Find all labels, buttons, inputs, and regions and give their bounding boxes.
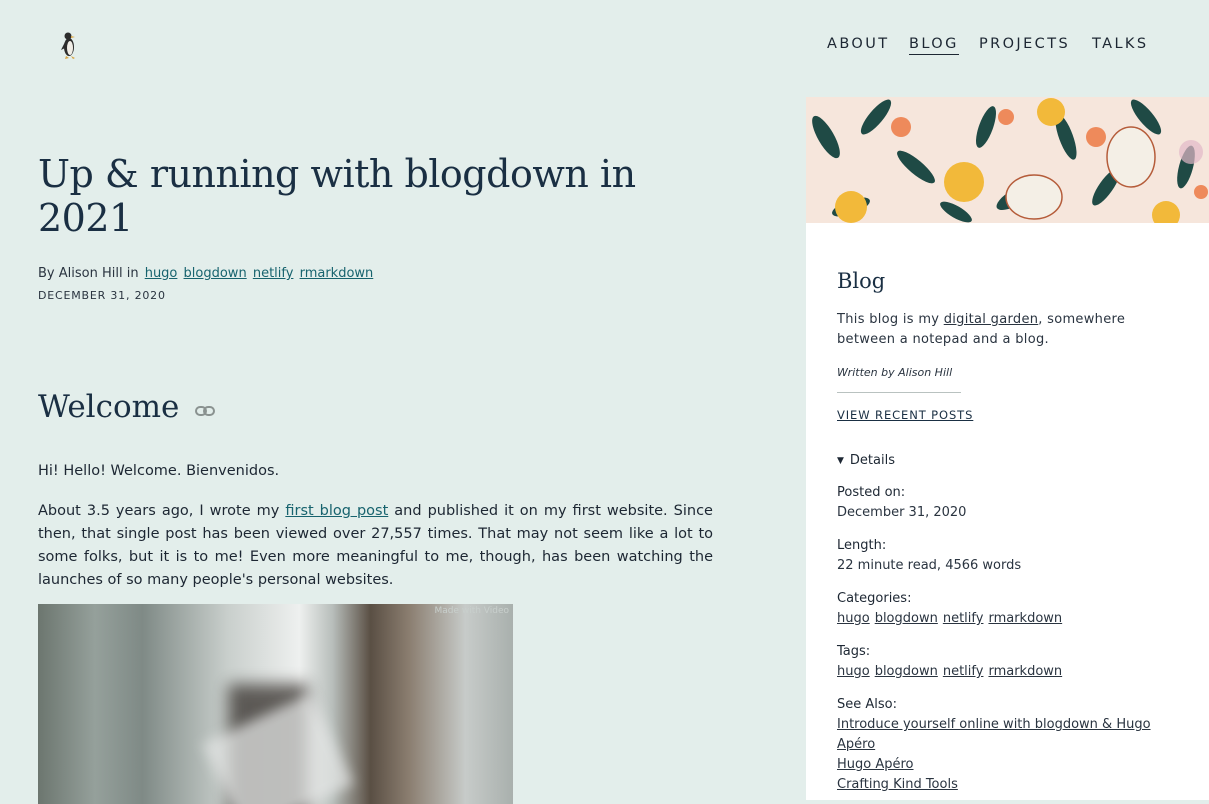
post-tag-link[interactable]: blogdown: [184, 266, 247, 281]
tags-label: Tags:: [837, 644, 871, 659]
category-link[interactable]: blogdown: [875, 611, 938, 626]
origami-crane-gif: Made with Video: [38, 604, 513, 804]
see-also-link[interactable]: Crafting Kind Tools: [837, 777, 958, 792]
triangle-down-icon: ▼: [837, 456, 844, 466]
sidebar-divider: [837, 392, 961, 393]
floral-banner-image: [806, 97, 1209, 223]
length-value: 22 minute read, 4566 words: [837, 558, 1022, 573]
paragraph-text: About 3.5 years ago, I wrote my: [38, 503, 286, 519]
gif-watermark: Made with Video: [434, 606, 509, 616]
byline-text: By Alison Hill in: [38, 266, 139, 281]
post-tag-link[interactable]: hugo: [145, 266, 178, 281]
nav-talks[interactable]: TALKS: [1092, 36, 1148, 52]
categories-block: Categories: hugo blogdown netlify rmarkdown: [837, 589, 1182, 629]
details-label: Details: [849, 453, 895, 468]
see-also-label: See Also:: [837, 697, 897, 712]
main-nav: ABOUT BLOG PROJECTS TALKS: [809, 36, 1209, 60]
gif-crane-shape: [202, 693, 354, 804]
nav-projects[interactable]: PROJECTS: [979, 36, 1070, 52]
digital-garden-link[interactable]: digital garden: [944, 312, 1039, 327]
body-paragraph: About 3.5 years ago, I wrote my first bl…: [38, 500, 713, 592]
length-label: Length:: [837, 538, 887, 553]
written-by: Written by Alison Hill: [837, 366, 953, 379]
category-link[interactable]: rmarkdown: [988, 611, 1062, 626]
nav-about[interactable]: ABOUT: [827, 36, 890, 52]
sidebar: Blog This blog is my digital garden, som…: [806, 97, 1209, 800]
post-date: DECEMBER 31, 2020: [38, 289, 166, 302]
post-title: Up & running with blogdown in 2021: [38, 152, 636, 240]
view-recent-posts-link[interactable]: VIEW RECENT POSTS: [837, 408, 973, 422]
details-toggle[interactable]: ▼ Details: [837, 453, 895, 468]
see-also-link[interactable]: Introduce yourself online with blogdown …: [837, 717, 1151, 752]
intro-paragraph: Hi! Hello! Welcome. Bienvenidos.: [38, 463, 280, 479]
see-also-block: See Also: Introduce yourself online with…: [837, 695, 1182, 795]
post-byline: By Alison Hill in hugo blogdown netlify …: [38, 266, 373, 281]
sidebar-description: This blog is my digital garden, somewher…: [837, 310, 1182, 350]
categories-list: hugo blogdown netlify rmarkdown: [837, 609, 1182, 629]
posted-on-block: Posted on: December 31, 2020: [837, 483, 1182, 523]
tags-block: Tags: hugo blogdown netlify rmarkdown: [837, 642, 1182, 682]
nav-blog[interactable]: BLOG: [909, 36, 959, 55]
posted-on-label: Posted on:: [837, 485, 906, 500]
tag-link[interactable]: netlify: [943, 664, 984, 679]
anchor-link-icon[interactable]: [194, 402, 216, 420]
category-link[interactable]: netlify: [943, 611, 984, 626]
first-blog-post-link[interactable]: first blog post: [285, 503, 388, 519]
categories-label: Categories:: [837, 591, 912, 606]
posted-on-value: December 31, 2020: [837, 505, 967, 520]
length-block: Length: 22 minute read, 4566 words: [837, 536, 1182, 576]
post-tag-link[interactable]: rmarkdown: [300, 266, 374, 281]
see-also-list: Introduce yourself online with blogdown …: [837, 715, 1182, 795]
penguin-logo-icon[interactable]: [56, 28, 82, 60]
sidebar-title: Blog: [837, 269, 886, 293]
tag-link[interactable]: blogdown: [875, 664, 938, 679]
desc-text: This blog is my: [837, 312, 944, 327]
tag-link[interactable]: rmarkdown: [988, 664, 1062, 679]
tag-link[interactable]: hugo: [837, 664, 870, 679]
section-heading-welcome: Welcome: [38, 389, 180, 425]
tags-list: hugo blogdown netlify rmarkdown: [837, 662, 1182, 682]
post-tag-link[interactable]: netlify: [253, 266, 294, 281]
category-link[interactable]: hugo: [837, 611, 870, 626]
see-also-link[interactable]: Hugo Apéro: [837, 757, 914, 772]
